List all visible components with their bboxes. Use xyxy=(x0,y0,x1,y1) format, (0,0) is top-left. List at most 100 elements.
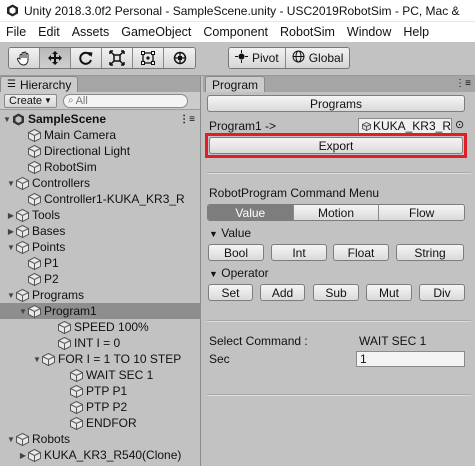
pivot-toggle[interactable]: Pivot xyxy=(229,48,285,68)
pivot-icon xyxy=(235,50,248,66)
tree-item-label: SPEED 100% xyxy=(74,320,149,334)
tab-motion[interactable]: Motion xyxy=(292,205,379,220)
hand-tool-icon xyxy=(16,51,29,66)
int-button[interactable]: Int xyxy=(271,244,327,261)
tree-item[interactable]: PTP P2 xyxy=(0,399,201,415)
global-toggle[interactable]: Global xyxy=(284,48,350,68)
foldout-open-icon[interactable]: ▼ xyxy=(32,355,42,364)
hierarchy-tab-label: Hierarchy xyxy=(19,77,72,92)
sub-button[interactable]: Sub xyxy=(313,284,359,301)
tree-item[interactable]: Controller1-KUKA_KR3_R xyxy=(0,191,201,207)
tree-item[interactable]: P2 xyxy=(0,271,201,287)
unity-scene-icon xyxy=(12,113,25,126)
cube-icon xyxy=(362,121,371,131)
mut-button[interactable]: Mut xyxy=(366,284,412,301)
programs-button[interactable]: Programs xyxy=(207,95,465,112)
tab-value[interactable]: Value xyxy=(208,205,293,220)
tree-item[interactable]: ▶ KUKA_KR3_R540(Clone) xyxy=(0,447,201,463)
tree-item[interactable]: ENDFOR xyxy=(0,415,201,431)
hierarchy-tab[interactable]: ☰ Hierarchy xyxy=(0,76,79,92)
foldout-open-icon: ▼ xyxy=(209,229,218,239)
tree-item[interactable]: ▼ Robots xyxy=(0,431,201,447)
tree-item[interactable]: WAIT SEC 1 xyxy=(0,367,201,383)
tree-item[interactable]: ▼ Points xyxy=(0,239,201,255)
scale-tool-button[interactable] xyxy=(102,48,133,68)
foldout-open-icon[interactable]: ▼ xyxy=(6,435,16,444)
tree-item[interactable]: PTP P1 xyxy=(0,383,201,399)
operator-section-foldout[interactable]: ▼ Operator xyxy=(209,266,269,280)
foldout-open-icon[interactable]: ▼ xyxy=(18,307,28,316)
transform-tool-button[interactable] xyxy=(164,48,195,68)
rotate-tool-icon xyxy=(79,51,93,65)
tree-item[interactable]: INT I = 0 xyxy=(0,335,201,351)
float-button[interactable]: Float xyxy=(333,244,389,261)
tree-item-label: ENDFOR xyxy=(86,416,137,430)
menu-file[interactable]: File xyxy=(0,25,32,39)
gameobject-cube-icon xyxy=(28,304,41,318)
section-divider xyxy=(207,172,471,174)
sec-label: Sec xyxy=(209,352,230,366)
rect-tool-button[interactable] xyxy=(133,48,164,68)
tree-item-label: KUKA_KR3_R540(Clone) xyxy=(44,448,182,462)
pivot-label: Pivot xyxy=(252,51,279,65)
div-button[interactable]: Div xyxy=(419,284,465,301)
scene-menu-icon[interactable]: ⋮≡ xyxy=(179,114,195,125)
scene-root[interactable]: ▼ SampleScene ⋮≡ xyxy=(0,111,201,127)
gameobject-cube-icon xyxy=(58,336,71,350)
gameobject-cube-icon xyxy=(28,160,41,174)
foldout-closed-icon[interactable]: ▶ xyxy=(18,451,28,460)
tree-item[interactable]: Directional Light xyxy=(0,143,201,159)
menu-window[interactable]: Window xyxy=(341,25,397,39)
program-tab[interactable]: Program xyxy=(205,76,266,92)
set-button[interactable]: Set xyxy=(208,284,253,301)
hand-tool-button[interactable] xyxy=(9,48,40,68)
section-divider xyxy=(207,394,471,396)
tree-item-label: RobotSim xyxy=(44,160,97,174)
gameobject-cube-icon xyxy=(16,288,29,302)
gameobject-cube-icon xyxy=(16,176,29,190)
tree-item[interactable]: ▼ Program1 xyxy=(0,303,201,319)
menu-assets[interactable]: Assets xyxy=(66,25,116,39)
hierarchy-search-input[interactable]: ⌕ All xyxy=(62,93,188,108)
program-tab-row: Program ⋮≡ xyxy=(203,76,475,92)
pivot-global-group: Pivot Global xyxy=(228,47,351,69)
foldout-open-icon[interactable]: ▼ xyxy=(6,291,16,300)
menu-component[interactable]: Component xyxy=(197,25,274,39)
foldout-open-icon: ▼ xyxy=(209,269,218,279)
foldout-open-icon[interactable]: ▼ xyxy=(6,243,16,252)
menu-gameobject[interactable]: GameObject xyxy=(115,25,197,39)
foldout-closed-icon[interactable]: ▶ xyxy=(6,227,16,236)
gameobject-cube-icon xyxy=(28,448,41,462)
tree-item[interactable]: ▼ Controllers xyxy=(0,175,201,191)
add-button[interactable]: Add xyxy=(260,284,305,301)
tree-item[interactable]: SPEED 100% xyxy=(0,319,201,335)
rotate-tool-button[interactable] xyxy=(71,48,102,68)
tree-item[interactable]: ▼ FOR I = 1 TO 10 STEP xyxy=(0,351,201,367)
tree-item[interactable]: Main Camera xyxy=(0,127,201,143)
main-toolbar: Pivot Global xyxy=(0,42,475,76)
foldout-closed-icon[interactable]: ▶ xyxy=(6,211,16,220)
string-button[interactable]: String xyxy=(396,244,464,261)
tree-item[interactable]: ▶ Tools xyxy=(0,207,201,223)
tree-item[interactable]: RobotSim xyxy=(0,159,201,175)
gameobject-cube-icon xyxy=(28,192,41,206)
sec-input[interactable]: 1 xyxy=(356,351,465,367)
robot-object-field[interactable]: KUKA_KR3_R xyxy=(358,118,452,134)
move-tool-button[interactable] xyxy=(40,48,71,68)
create-dropdown[interactable]: Create ▼ xyxy=(4,93,57,108)
tree-item[interactable]: P1 xyxy=(0,255,201,271)
object-picker-icon[interactable]: ⊙ xyxy=(455,118,464,131)
tab-flow[interactable]: Flow xyxy=(378,205,464,220)
menu-edit[interactable]: Edit xyxy=(32,25,66,39)
tree-item[interactable]: ▶ Bases xyxy=(0,223,201,239)
value-section-foldout[interactable]: ▼ Value xyxy=(209,226,251,240)
global-label: Global xyxy=(308,51,344,65)
bool-button[interactable]: Bool xyxy=(208,244,264,261)
chevron-down-icon: ▼ xyxy=(44,96,52,105)
panel-menu-icon[interactable]: ⋮≡ xyxy=(455,78,471,89)
menu-help[interactable]: Help xyxy=(397,25,435,39)
gameobject-cube-icon xyxy=(28,256,41,270)
tree-item[interactable]: ▼ Programs xyxy=(0,287,201,303)
menu-robotsim[interactable]: RobotSim xyxy=(274,25,341,39)
foldout-open-icon[interactable]: ▼ xyxy=(6,179,16,188)
